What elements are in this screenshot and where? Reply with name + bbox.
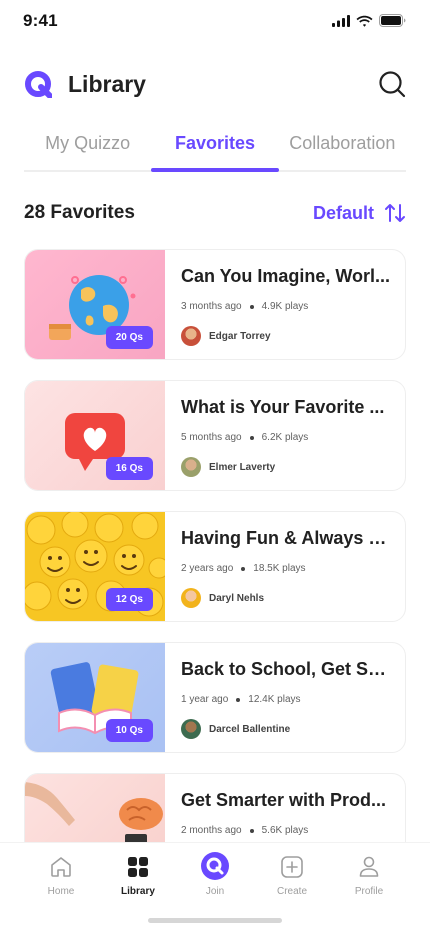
quiz-meta: 5 months ago 6.2K plays <box>181 432 391 443</box>
create-icon <box>281 856 303 878</box>
sort-arrows-icon <box>385 204 405 222</box>
library-icon <box>128 857 148 877</box>
quiz-card[interactable]: 12 Qs Having Fun & Always S... 2 years a… <box>24 511 406 622</box>
quiz-title: Back to School, Get Sm... <box>181 659 391 679</box>
quiz-author: Daryl Nehls <box>181 588 391 608</box>
app-logo-icon <box>25 71 52 98</box>
author-name: Darcel Ballentine <box>209 723 291 735</box>
join-icon <box>201 852 229 880</box>
quiz-plays: 4.9K plays <box>261 301 309 312</box>
quiz-time-ago: 5 months ago <box>181 432 242 443</box>
quiz-author: Darcel Ballentine <box>181 719 391 739</box>
meta-separator <box>249 435 254 440</box>
quiz-list: 20 Qs Can You Imagine, Worl... 3 months … <box>24 249 406 904</box>
wifi-icon <box>356 15 373 27</box>
quiz-plays: 18.5K plays <box>253 563 306 574</box>
quiz-thumbnail: 10 Qs <box>25 643 165 752</box>
profile-icon <box>359 856 379 877</box>
questions-badge: 10 Qs <box>105 719 153 742</box>
tab-my-quizzo[interactable]: My Quizzo <box>24 124 151 170</box>
quiz-plays: 12.4K plays <box>248 694 301 705</box>
questions-badge: 16 Qs <box>105 457 153 480</box>
tab-favorites[interactable]: Favorites <box>151 124 279 172</box>
quiz-author: Elmer Laverty <box>181 457 391 477</box>
quiz-meta: 2 years ago 18.5K plays <box>181 563 391 574</box>
nav-label: Home <box>47 886 75 897</box>
quiz-plays: 6.2K plays <box>261 432 309 443</box>
nav-profile[interactable]: Profile <box>334 855 404 897</box>
nav-create[interactable]: Create <box>257 855 327 897</box>
quiz-time-ago: 1 year ago <box>181 694 229 705</box>
quiz-plays: 5.6K plays <box>261 825 309 836</box>
quiz-card[interactable]: 10 Qs Back to School, Get Sm... 1 year a… <box>24 642 406 753</box>
meta-separator <box>249 828 254 833</box>
quiz-card[interactable]: 16 Qs What is Your Favorite ... 5 months… <box>24 380 406 491</box>
quiz-info: Back to School, Get Sm... 1 year ago 12.… <box>165 643 405 752</box>
home-icon <box>51 857 71 877</box>
battery-icon <box>379 14 406 27</box>
nav-home[interactable]: Home <box>26 855 96 897</box>
nav-library[interactable]: Library <box>103 855 173 897</box>
status-icons <box>332 14 406 27</box>
author-name: Edgar Torrey <box>209 330 271 342</box>
sort-button[interactable]: Default <box>313 202 406 224</box>
meta-separator <box>249 304 254 309</box>
author-name: Daryl Nehls <box>209 592 265 604</box>
library-tabs: My Quizzo Favorites Collaboration <box>24 124 406 172</box>
page-title: Library <box>68 70 146 97</box>
nav-label: Join <box>205 886 225 897</box>
meta-separator <box>236 697 241 702</box>
nav-label: Library <box>121 886 155 897</box>
quiz-meta: 2 months ago 5.6K plays <box>181 825 391 836</box>
sort-label: Default <box>312 202 374 223</box>
quiz-title: What is Your Favorite ... <box>181 397 385 417</box>
status-time: 9:41 <box>23 11 58 30</box>
quiz-card[interactable]: 20 Qs Can You Imagine, Worl... 3 months … <box>24 249 406 360</box>
nav-join[interactable]: Join <box>180 851 250 897</box>
quiz-info: Can You Imagine, Worl... 3 months ago 4.… <box>165 250 405 359</box>
quiz-time-ago: 2 years ago <box>181 563 234 574</box>
search-icon[interactable] <box>378 70 406 98</box>
quiz-info: Having Fun & Always S... 2 years ago 18.… <box>165 512 405 621</box>
favorites-count: 28 Favorites <box>24 202 135 223</box>
nav-label: Profile <box>354 886 384 897</box>
quiz-time-ago: 3 months ago <box>181 301 242 312</box>
nav-label: Create <box>276 886 307 897</box>
tab-collaboration[interactable]: Collaboration <box>279 124 406 170</box>
quiz-meta: 3 months ago 4.9K plays <box>181 301 391 312</box>
quiz-meta: 1 year ago 12.4K plays <box>181 694 391 705</box>
avatar <box>181 588 201 608</box>
quiz-thumbnail: 12 Qs <box>25 512 165 621</box>
quiz-thumbnail: 20 Qs <box>25 250 165 359</box>
meta-separator <box>241 566 246 571</box>
quiz-title: Having Fun & Always S... <box>181 528 391 548</box>
status-bar: 9:41 <box>0 0 430 44</box>
quiz-info: What is Your Favorite ... 5 months ago 6… <box>165 381 405 490</box>
app-header: Library <box>24 64 406 104</box>
avatar <box>181 326 201 346</box>
questions-badge: 20 Qs <box>105 326 153 349</box>
list-header: 28 Favorites Default <box>24 198 406 228</box>
avatar <box>181 719 201 739</box>
avatar <box>181 457 201 477</box>
quiz-title: Can You Imagine, Worl... <box>181 266 391 286</box>
quiz-title: Get Smarter with Prod... <box>181 790 387 810</box>
home-indicator <box>148 918 282 923</box>
quiz-time-ago: 2 months ago <box>181 825 242 836</box>
quiz-author: Edgar Torrey <box>181 326 391 346</box>
questions-badge: 12 Qs <box>105 588 153 611</box>
quiz-thumbnail: 16 Qs <box>25 381 165 490</box>
signal-icon <box>332 14 350 27</box>
author-name: Elmer Laverty <box>209 461 276 473</box>
